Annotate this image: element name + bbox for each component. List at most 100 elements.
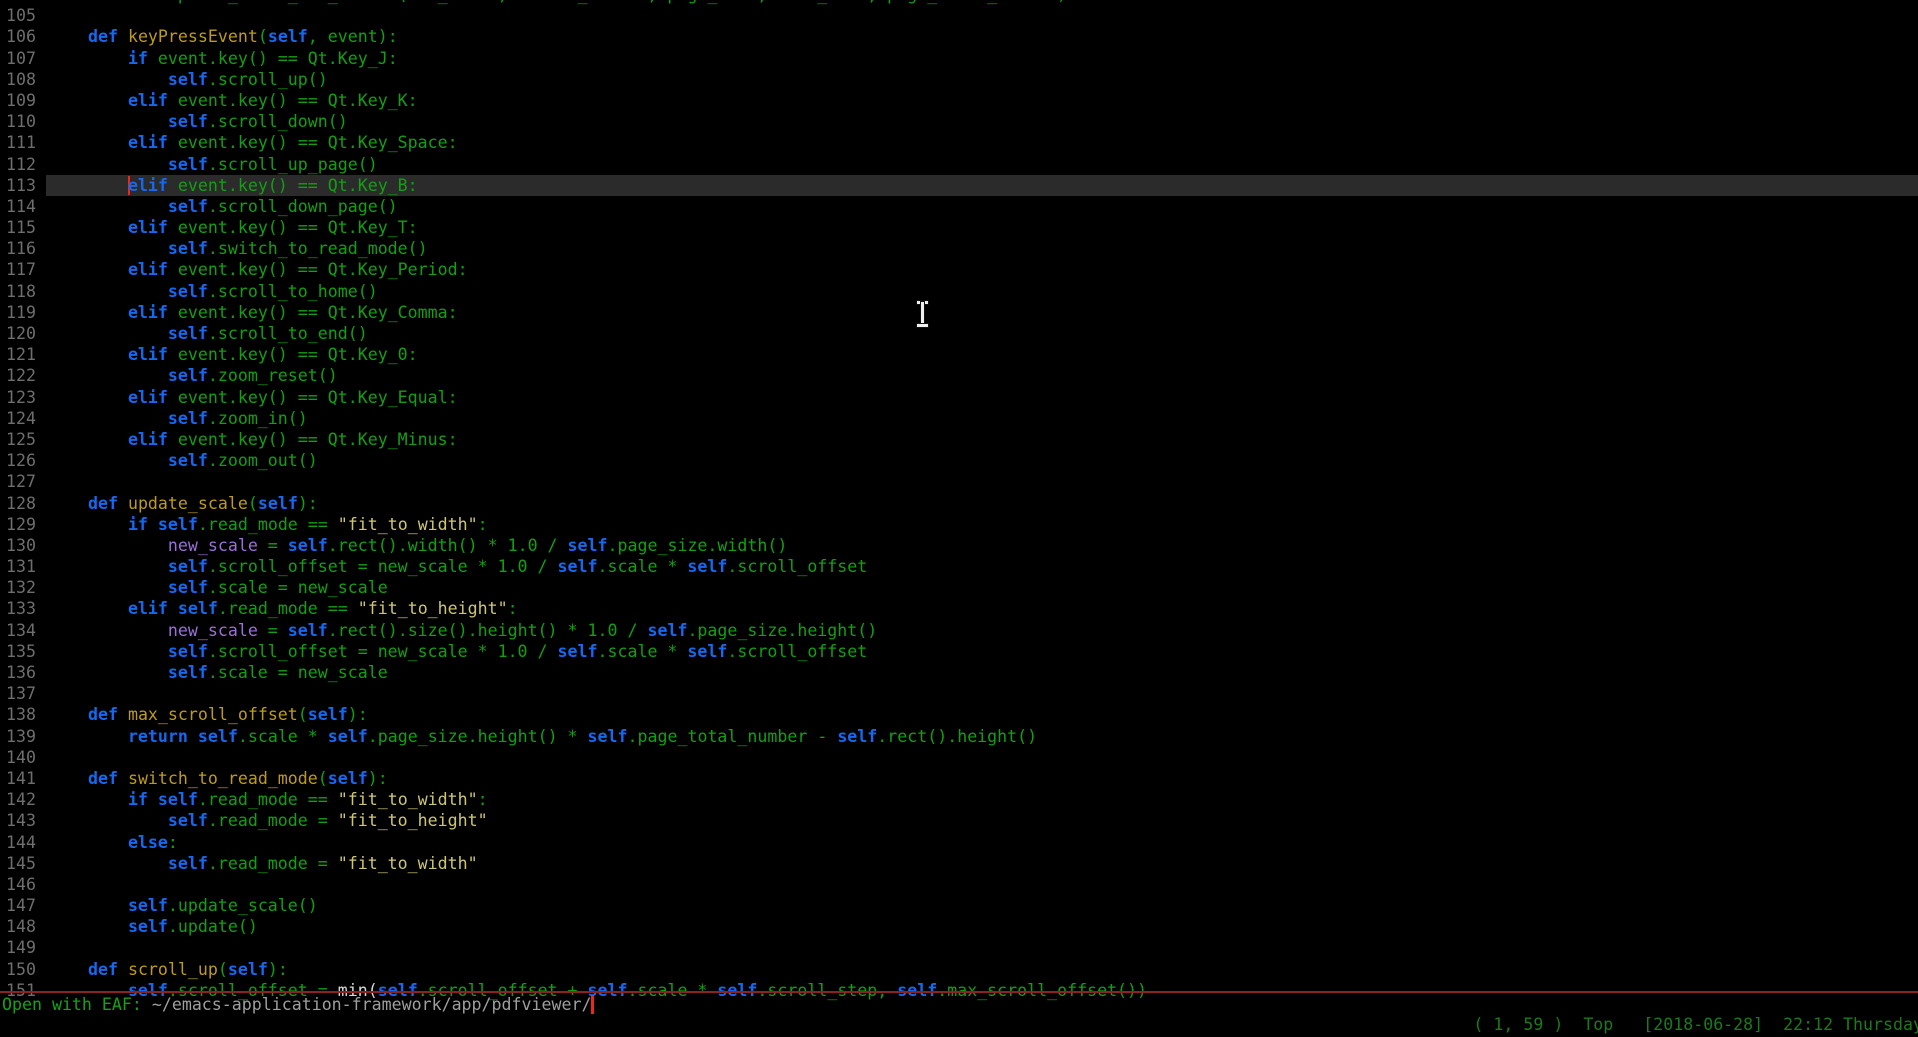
code-token: [48, 811, 168, 830]
code-line[interactable]: 146: [0, 874, 1918, 895]
code-line[interactable]: 131 self.scroll_offset = new_scale * 1.0…: [0, 556, 1918, 577]
code-token: .scroll_offset: [727, 557, 867, 576]
code-line[interactable]: 113 elif event.key() == Qt.Key_B:: [0, 175, 1918, 196]
code-line[interactable]: 109 elif event.key() == Qt.Key_K:: [0, 90, 1918, 111]
code-line[interactable]: 147 self.update_scale(): [0, 895, 1918, 916]
code-token: [118, 769, 128, 788]
code-line[interactable]: 117 elif event.key() == Qt.Key_Period:: [0, 259, 1918, 280]
code-line[interactable]: 132 self.scale = new_scale: [0, 577, 1918, 598]
code-token: self: [837, 727, 877, 746]
code-line[interactable]: 139 return self.scale * self.page_size.h…: [0, 726, 1918, 747]
code-token: elif: [128, 303, 168, 322]
code-line[interactable]: 135 self.scroll_offset = new_scale * 1.0…: [0, 641, 1918, 662]
code-token: self: [168, 854, 208, 873]
code-line[interactable]: 124 self.zoom_in(): [0, 408, 1918, 429]
code-token: .scroll_offset = new_scale * 1.0 /: [208, 642, 558, 661]
code-token: self: [288, 621, 328, 640]
code-token: .page_size.height() *: [368, 727, 588, 746]
code-line[interactable]: 107 if event.key() == Qt.Key_J:: [0, 48, 1918, 69]
code-token: [48, 790, 128, 809]
code-token: (: [318, 769, 328, 788]
code-token: event.key() == Qt.Key_T:: [168, 218, 418, 237]
code-line[interactable]: 110 self.scroll_down(): [0, 111, 1918, 132]
code-token: ):: [368, 769, 388, 788]
code-line[interactable]: 128 def update_scale(self):: [0, 493, 1918, 514]
line-number: 145: [0, 853, 48, 874]
code-editor[interactable]: 104 update_scale_and_offset(new_scale, s…: [0, 0, 1918, 1001]
code-line[interactable]: 120 self.scroll_to_end(): [0, 323, 1918, 344]
code-token: self: [687, 557, 727, 576]
code-line[interactable]: 114 self.scroll_down_page(): [0, 196, 1918, 217]
minibuffer-input[interactable]: ~/emacs-application-framework/app/pdfvie…: [152, 995, 592, 1014]
code-token: [48, 599, 128, 618]
code-line[interactable]: 143 self.read_mode = "fit_to_height": [0, 810, 1918, 831]
code-line[interactable]: 105: [0, 5, 1918, 26]
code-line[interactable]: 136 self.scale = new_scale: [0, 662, 1918, 683]
code-line[interactable]: 116 self.switch_to_read_mode(): [0, 238, 1918, 259]
code-line[interactable]: 130 new_scale = self.rect().width() * 1.…: [0, 535, 1918, 556]
code-line[interactable]: 129 if self.read_mode == "fit_to_width":: [0, 514, 1918, 535]
code-line[interactable]: 121 elif event.key() == Qt.Key_0:: [0, 344, 1918, 365]
line-number: 115: [0, 217, 48, 238]
code-line[interactable]: 127: [0, 471, 1918, 492]
code-line[interactable]: 108 self.scroll_up(): [0, 69, 1918, 90]
code-token: , event):: [308, 27, 398, 46]
code-token: .read_mode =: [208, 811, 338, 830]
code-token: event.key() == Qt.Key_Equal:: [168, 388, 458, 407]
code-line[interactable]: 133 elif self.read_mode == "fit_to_heigh…: [0, 598, 1918, 619]
code-line[interactable]: 141 def switch_to_read_mode(self):: [0, 768, 1918, 789]
code-token: .scroll_offset = new_scale * 1.0 /: [208, 557, 558, 576]
code-line[interactable]: 126 self.zoom_out(): [0, 450, 1918, 471]
code-token: [48, 49, 128, 68]
code-line[interactable]: 134 new_scale = self.rect().size().heigh…: [0, 620, 1918, 641]
code-line[interactable]: 115 elif event.key() == Qt.Key_T:: [0, 217, 1918, 238]
code-token: elif: [128, 218, 168, 237]
code-token: new_scale: [168, 621, 258, 640]
code-line[interactable]: 140: [0, 747, 1918, 768]
code-token: .scroll_to_home(): [208, 282, 378, 301]
code-token: [48, 854, 168, 873]
code-line[interactable]: 125 elif event.key() == Qt.Key_Minus:: [0, 429, 1918, 450]
code-token: self: [168, 642, 208, 661]
code-token: [48, 960, 88, 979]
code-line[interactable]: 119 elif event.key() == Qt.Key_Comma:: [0, 302, 1918, 323]
code-token: .read_mode ==: [198, 515, 338, 534]
code-line[interactable]: 150 def scroll_up(self):: [0, 959, 1918, 980]
code-token: [48, 239, 168, 258]
code-line[interactable]: 137: [0, 683, 1918, 704]
code-line[interactable]: 106 def keyPressEvent(self, event):: [0, 26, 1918, 47]
code-line[interactable]: 144 else:: [0, 832, 1918, 853]
code-line[interactable]: 145 self.read_mode = "fit_to_width": [0, 853, 1918, 874]
line-number: 135: [0, 641, 48, 662]
line-number: 121: [0, 344, 48, 365]
code-line[interactable]: 142 if self.read_mode == "fit_to_width":: [0, 789, 1918, 810]
code-token: [48, 727, 128, 746]
code-token: self: [647, 621, 687, 640]
code-token: self: [178, 599, 218, 618]
code-token: (: [298, 705, 308, 724]
code-line[interactable]: 138 def max_scroll_offset(self):: [0, 704, 1918, 725]
code-token: update_scale: [128, 494, 248, 513]
code-token: elif: [128, 599, 168, 618]
code-token: [48, 409, 168, 428]
code-token: [48, 112, 168, 131]
code-token: .zoom_out(): [208, 451, 318, 470]
code-line[interactable]: 112 self.scroll_up_page(): [0, 154, 1918, 175]
code-token: self: [328, 727, 368, 746]
code-token: .scale *: [598, 642, 688, 661]
code-token: .zoom_in(): [208, 409, 308, 428]
code-line[interactable]: 111 elif event.key() == Qt.Key_Space:: [0, 132, 1918, 153]
code-line[interactable]: 148 self.update(): [0, 916, 1918, 937]
code-token: [48, 494, 88, 513]
code-line[interactable]: 118 self.scroll_to_home(): [0, 281, 1918, 302]
code-line[interactable]: 123 elif event.key() == Qt.Key_Equal:: [0, 387, 1918, 408]
line-number: 143: [0, 810, 48, 831]
code-token: if: [128, 790, 148, 809]
code-line[interactable]: 149: [0, 937, 1918, 958]
minibuffer[interactable]: Open with EAF: ~/emacs-application-frame…: [2, 994, 594, 1015]
line-number: 119: [0, 302, 48, 323]
code-token: self: [328, 769, 368, 788]
code-line[interactable]: 122 self.zoom_reset(): [0, 365, 1918, 386]
modeline-separator: [0, 991, 1918, 993]
code-token: [48, 282, 168, 301]
